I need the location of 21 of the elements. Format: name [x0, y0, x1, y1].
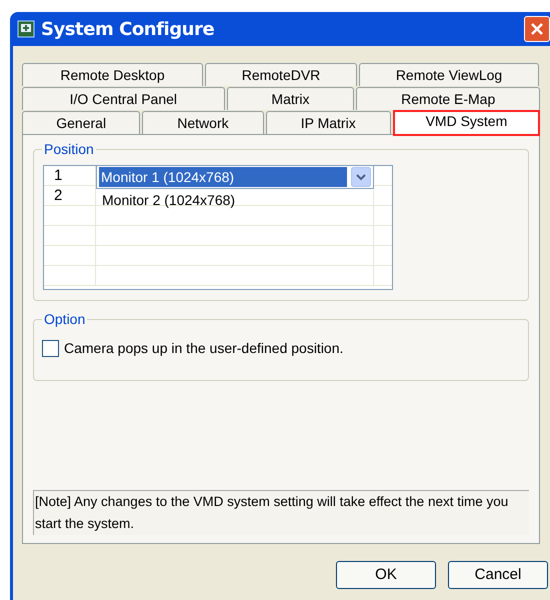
tab[interactable]: Network	[142, 111, 264, 134]
tab[interactable]: Matrix	[226, 87, 354, 110]
app-icon	[17, 20, 35, 38]
close-icon	[530, 22, 544, 36]
dialog-button[interactable]: OK	[336, 561, 436, 589]
tab[interactable]: General	[22, 111, 140, 134]
tab[interactable]: VMD System	[392, 110, 540, 136]
tab[interactable]: Remote ViewLog	[359, 63, 539, 86]
tab[interactable]: RemoteDVR	[205, 63, 357, 86]
checkbox-label: Camera pops up in the user-defined position.	[64, 339, 344, 358]
note-text: [Note] Any changes to the VMD system setting will take effect the next time you start the system.	[33, 490, 529, 535]
tab[interactable]: I/O Central Panel	[22, 87, 225, 110]
tab[interactable]: Remote E-Map	[356, 87, 540, 110]
table-cell: 2	[44, 186, 96, 205]
tab[interactable]: IP Matrix	[266, 111, 391, 134]
tab[interactable]: Remote Desktop	[22, 63, 203, 86]
checkbox[interactable]	[42, 340, 59, 357]
window-title: System Configure	[41, 18, 214, 42]
close-button[interactable]	[524, 16, 550, 42]
dialog-button[interactable]: Cancel	[448, 561, 548, 589]
monitor-dropdown[interactable]: Monitor 1 (1024x768)	[96, 165, 374, 189]
